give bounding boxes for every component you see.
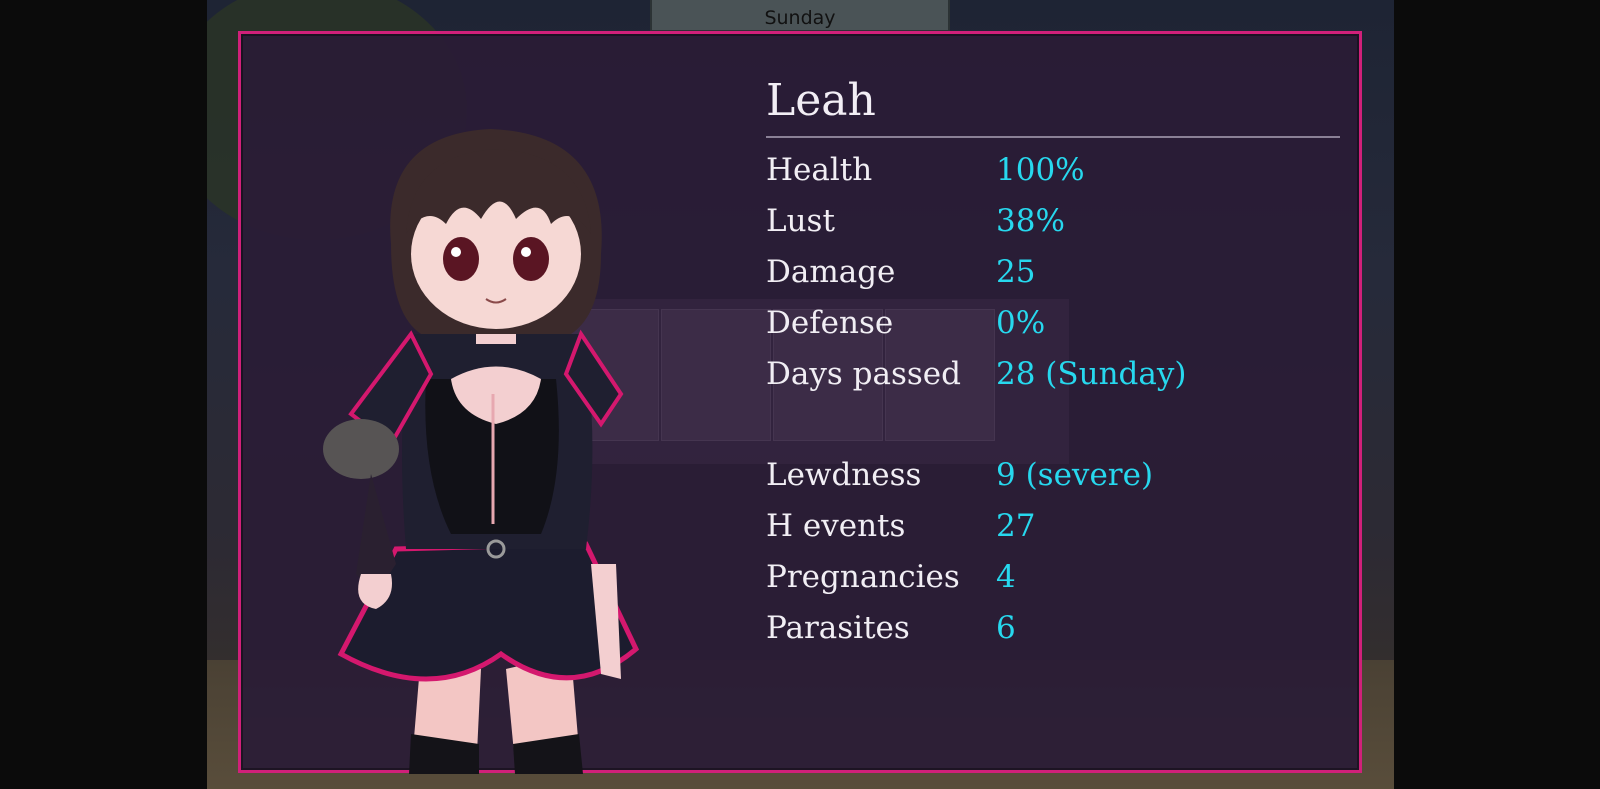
stat-label: Lust: [766, 202, 835, 239]
stats-spacer: [766, 399, 1346, 449]
stat-label: H events: [766, 507, 906, 544]
letterbox-left: [0, 0, 207, 789]
stat-value: 0%: [996, 304, 1046, 341]
game-viewport: Sunday Leah Health 100% Lust 38% Damage …: [207, 0, 1394, 789]
stat-value: 38%: [996, 202, 1065, 239]
stat-value: 100%: [996, 151, 1085, 188]
stat-label: Defense: [766, 304, 894, 341]
stats-section: Leah Health 100% Lust 38% Damage 25 Defe…: [766, 74, 1346, 653]
stat-value: 28 (Sunday): [996, 355, 1187, 392]
character-portrait: [323, 129, 640, 774]
stat-label: Days passed: [766, 355, 961, 392]
stat-value: 27: [996, 507, 1036, 544]
stat-label: Health: [766, 151, 873, 188]
stat-value: 25: [996, 253, 1036, 290]
stat-value: 9 (severe): [996, 456, 1154, 493]
day-tab: Sunday: [650, 0, 950, 32]
stat-row-lust: Lust 38%: [766, 195, 1346, 246]
ghost-menu-slot: [661, 309, 771, 441]
stat-row-health: Health 100%: [766, 144, 1346, 195]
stat-row-h-events: H events 27: [766, 500, 1346, 551]
letterbox-right: [1394, 0, 1600, 789]
stat-label: Damage: [766, 253, 896, 290]
stat-label: Pregnancies: [766, 558, 960, 595]
stat-label: Lewdness: [766, 456, 922, 493]
character-status-panel[interactable]: Leah Health 100% Lust 38% Damage 25 Defe…: [238, 31, 1362, 774]
character-name: Leah: [766, 75, 876, 126]
name-divider: [766, 136, 1340, 138]
stat-label: Parasites: [766, 609, 910, 646]
stat-value: 6: [996, 609, 1016, 646]
stat-row-parasites: Parasites 6: [766, 602, 1346, 653]
stat-row-damage: Damage 25: [766, 246, 1346, 297]
stat-row-lewdness: Lewdness 9 (severe): [766, 449, 1346, 500]
stat-row-defense: Defense 0%: [766, 297, 1346, 348]
stat-value: 4: [996, 558, 1016, 595]
stat-row-days-passed: Days passed 28 (Sunday): [766, 348, 1346, 399]
stat-row-pregnancies: Pregnancies 4: [766, 551, 1346, 602]
